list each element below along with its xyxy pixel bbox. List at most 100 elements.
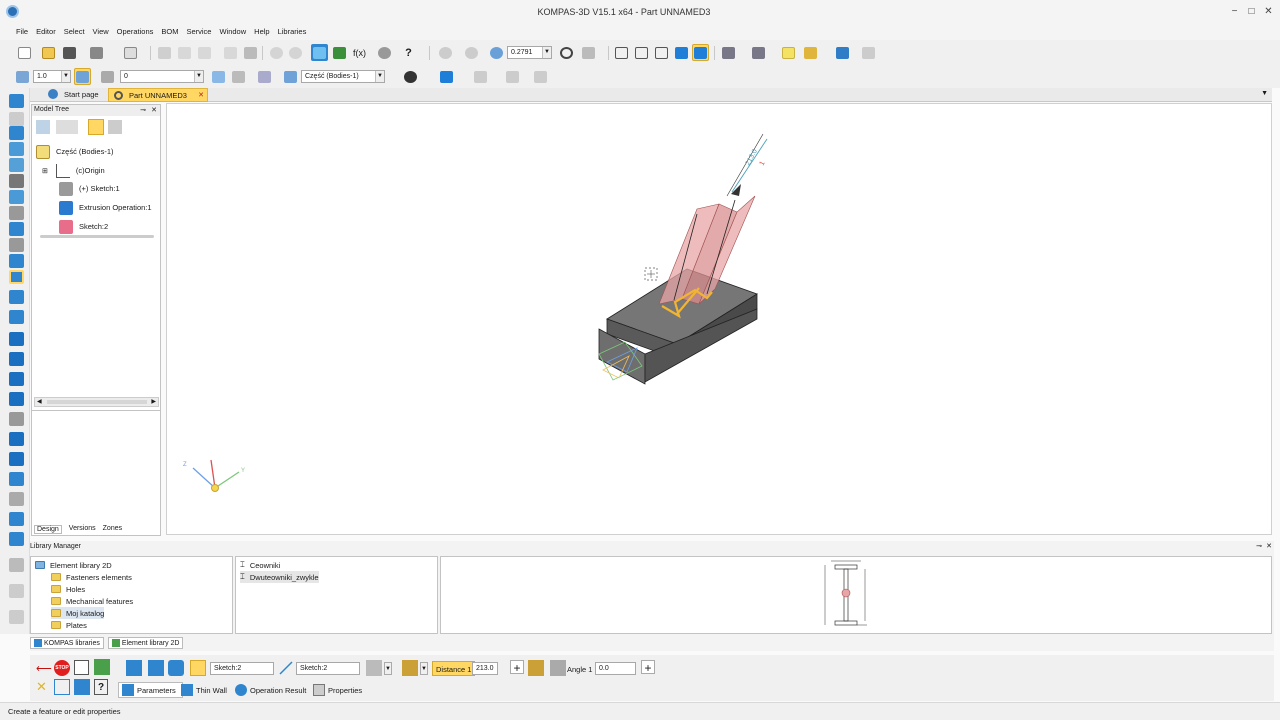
kinematic-tool-icon[interactable] <box>9 310 24 324</box>
cursor-snap-button[interactable] <box>74 68 91 85</box>
library-folder-fasteners[interactable]: Fasteners elements <box>51 571 132 583</box>
draft-direction-icon[interactable] <box>528 660 544 676</box>
menu-service[interactable]: Service <box>182 24 215 40</box>
close-panel-icon[interactable]: ✕ <box>1266 542 1272 550</box>
path-icon[interactable] <box>278 660 294 676</box>
body-field[interactable]: Część (Bodies-1) ▼ <box>301 70 385 83</box>
surface-panel-icon[interactable] <box>9 126 24 140</box>
align-icon[interactable] <box>472 68 489 85</box>
chevron-down-icon[interactable]: ▼ <box>194 71 203 82</box>
measure-icon[interactable] <box>860 44 877 61</box>
scroll-right-icon[interactable]: ▶ <box>151 398 156 405</box>
tab-element-library-2d[interactable]: Element library 2D <box>107 637 184 649</box>
tree-item-sketch1[interactable]: (+) Sketch:1 <box>59 180 120 197</box>
fx-icon[interactable]: f(x) <box>351 44 368 61</box>
stop-button[interactable]: STOP <box>54 660 70 676</box>
tab-design[interactable]: Design <box>34 525 62 534</box>
blue-cube-icon[interactable] <box>438 68 455 85</box>
redo-icon[interactable] <box>287 44 304 61</box>
library-folder-holes[interactable]: Holes <box>51 583 85 595</box>
add-distance-button[interactable]: + <box>510 660 524 675</box>
back-arrow-icon[interactable]: ⟵ <box>36 662 52 675</box>
library-folder-mechanical[interactable]: Mechanical features <box>51 595 133 607</box>
tree-item-sketch2[interactable]: Sketch:2 <box>59 218 108 235</box>
tab-thin-wall[interactable]: Thin Wall <box>178 682 233 698</box>
minimize-button[interactable]: − <box>1229 6 1240 17</box>
settings-icon[interactable] <box>376 44 393 61</box>
sketch-orient-icon[interactable] <box>210 68 227 85</box>
view-orientation-icon[interactable] <box>402 68 419 85</box>
reverse-direction-icon[interactable] <box>148 660 164 676</box>
sketch-edit-icon[interactable] <box>230 68 247 85</box>
open-button[interactable] <box>40 44 57 61</box>
section-icon[interactable] <box>750 44 767 61</box>
pin-icon[interactable]: ⊸ <box>140 106 146 114</box>
sketch-field[interactable]: Sketch:2 <box>210 662 274 675</box>
measure-panel-icon[interactable] <box>9 174 24 188</box>
lock-tool-icon[interactable] <box>9 584 24 598</box>
highlight-icon[interactable] <box>780 44 797 61</box>
chevron-down-icon[interactable]: ▼ <box>420 662 428 675</box>
tab-part-unnamed3[interactable]: Part UNNAMED3 ✕ <box>108 88 208 102</box>
properties-icon[interactable] <box>222 44 239 61</box>
feature-panel-icon[interactable] <box>9 254 24 268</box>
extrusion-tool-icon[interactable] <box>9 270 24 284</box>
direction-sketch-field[interactable]: Sketch:2 <box>296 662 360 675</box>
grid-icon[interactable] <box>504 68 521 85</box>
paste-icon[interactable] <box>196 44 213 61</box>
axis-icon[interactable] <box>256 68 273 85</box>
model-tree-toggle-button[interactable] <box>311 44 328 61</box>
tab-operation-result[interactable]: Operation Result <box>232 682 312 698</box>
undo-icon[interactable] <box>268 44 285 61</box>
print-button[interactable] <box>88 44 105 61</box>
snap-icon[interactable] <box>14 68 31 85</box>
magic-wand-icon[interactable]: ✕ <box>36 679 50 695</box>
apply-icon[interactable] <box>94 659 110 675</box>
menu-operations[interactable]: Operations <box>113 24 158 40</box>
scroll-thumb[interactable] <box>47 400 147 404</box>
chevron-down-icon[interactable]: ▼ <box>375 71 384 82</box>
menu-help[interactable]: Help <box>250 24 273 40</box>
cut-icon[interactable] <box>156 44 173 61</box>
help-cursor-icon[interactable]: ? <box>400 44 417 61</box>
expand-icon[interactable]: ⊞ <box>42 167 48 175</box>
pan-icon[interactable] <box>580 44 597 61</box>
tab-parameters[interactable]: Parameters <box>118 682 183 698</box>
tab-versions[interactable]: Versions <box>69 525 96 534</box>
sketch-select-button[interactable] <box>190 660 206 676</box>
zoom-scale-field[interactable]: 0.2791 ▼ <box>507 46 552 59</box>
menu-bom[interactable]: BOM <box>157 24 182 40</box>
chevron-down-icon[interactable]: ▼ <box>542 47 551 58</box>
element-panel-icon[interactable] <box>9 238 24 252</box>
maximize-button[interactable]: □ <box>1246 6 1257 17</box>
thin-lines-view-icon[interactable] <box>653 44 670 61</box>
wireframe-view-icon[interactable] <box>613 44 630 61</box>
copy-icon[interactable] <box>176 44 193 61</box>
zoom-window-icon[interactable] <box>437 44 454 61</box>
report-panel-icon[interactable] <box>9 222 24 236</box>
angle-input[interactable]: 0.0 <box>595 662 636 675</box>
sheet-metal-panel-icon[interactable] <box>9 158 24 172</box>
direction-icon[interactable] <box>126 660 142 676</box>
house-icon[interactable] <box>802 44 819 61</box>
curve-panel-icon[interactable] <box>9 112 24 126</box>
loft-tool-icon[interactable] <box>9 332 24 346</box>
chevron-down-icon[interactable]: ▼ <box>384 662 392 675</box>
table-icon[interactable] <box>242 44 259 61</box>
tree-item-origin[interactable]: ⊞ (c)Origin <box>42 162 105 179</box>
preview-button[interactable] <box>122 44 139 61</box>
new-document-button[interactable] <box>16 44 33 61</box>
tree-structure-icon[interactable] <box>36 120 50 134</box>
spec-panel-icon[interactable] <box>9 206 24 220</box>
fillet-tool-icon[interactable] <box>9 392 24 406</box>
preview-icon[interactable] <box>74 679 90 695</box>
layer-icon[interactable] <box>99 68 116 85</box>
library-icon[interactable] <box>834 44 851 61</box>
dimension-icon[interactable] <box>532 68 549 85</box>
rotation-tool-icon[interactable] <box>9 290 24 304</box>
body-icon[interactable] <box>282 68 299 85</box>
tree-item-extrusion[interactable]: Extrusion Operation:1 <box>59 199 152 216</box>
tree-filter-button[interactable] <box>88 119 104 135</box>
library-item-ceowniki[interactable]: ⌶ Ceowniki <box>240 559 280 571</box>
filter-panel-icon[interactable] <box>9 190 24 204</box>
